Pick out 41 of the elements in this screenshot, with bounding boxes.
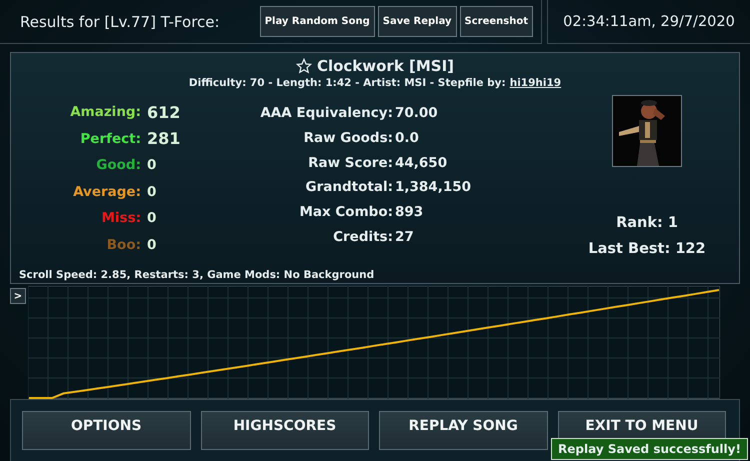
header-button[interactable]: Play Random Song xyxy=(260,6,375,37)
stat-value: 27 xyxy=(395,228,415,245)
judgement-label: Boo: xyxy=(106,236,141,253)
judgement-count: 0 xyxy=(147,157,158,174)
judgement-label: Good: xyxy=(95,157,141,174)
rank-text: Rank: 1 xyxy=(616,215,678,231)
stat-label: AAA Equivalency: xyxy=(259,105,393,122)
stat-label: Credits: xyxy=(332,228,393,245)
judgement-count: 0 xyxy=(147,184,158,200)
judgement-count: 0 xyxy=(147,236,158,253)
stat-label: Max Combo: xyxy=(298,204,393,220)
judgement-label: Perfect: xyxy=(79,130,141,147)
judgement-label: Miss: xyxy=(100,210,141,226)
results-title: Results for [Lv.77] T-Force: xyxy=(20,12,221,30)
judgement-count: 281 xyxy=(147,129,182,148)
stat-label: Grandtotal: xyxy=(304,179,393,196)
stat-value: 70.00 xyxy=(395,105,439,122)
stat-value: 44,650 xyxy=(395,154,448,171)
stat-label: Raw Score: xyxy=(307,154,393,171)
song-title: Clockwork [MSI] xyxy=(316,57,454,75)
judgement-count: 612 xyxy=(147,102,182,122)
stepfile-author-link[interactable]: hi19hi19 xyxy=(510,77,562,89)
header-button[interactable]: Save Replay xyxy=(378,6,457,37)
judgement-label: Average: xyxy=(72,184,141,200)
stat-value: 893 xyxy=(395,204,424,220)
settings-summary: Scroll Speed: 2.85, Restarts: 3, Game Mods: No Background xyxy=(19,269,376,281)
toast-notification: Replay Saved successfully! xyxy=(551,438,748,460)
judgement-label: Amazing: xyxy=(69,104,141,120)
menu-button[interactable]: REPLAY SONG xyxy=(379,411,548,450)
clock-time: 02:34:11am, 29/7/2020 xyxy=(563,14,735,30)
graph-toggle-button[interactable]: > xyxy=(10,288,26,304)
header-button[interactable]: Screenshot xyxy=(460,6,533,37)
star-icon[interactable] xyxy=(296,58,312,74)
stat-value: 0.0 xyxy=(395,130,420,146)
stat-value: 1,384,150 xyxy=(395,179,472,196)
last-best-text: Last Best: 122 xyxy=(588,241,706,257)
stat-label: Raw Goods: xyxy=(302,130,393,146)
menu-button[interactable]: HIGHSCORES xyxy=(200,411,369,450)
judgement-count: 0 xyxy=(147,210,158,226)
song-info: Difficulty: 70 - Length: 1:42 - Artist: MSI - Stepfile by: xyxy=(188,77,506,89)
menu-button[interactable]: OPTIONS xyxy=(22,411,190,450)
